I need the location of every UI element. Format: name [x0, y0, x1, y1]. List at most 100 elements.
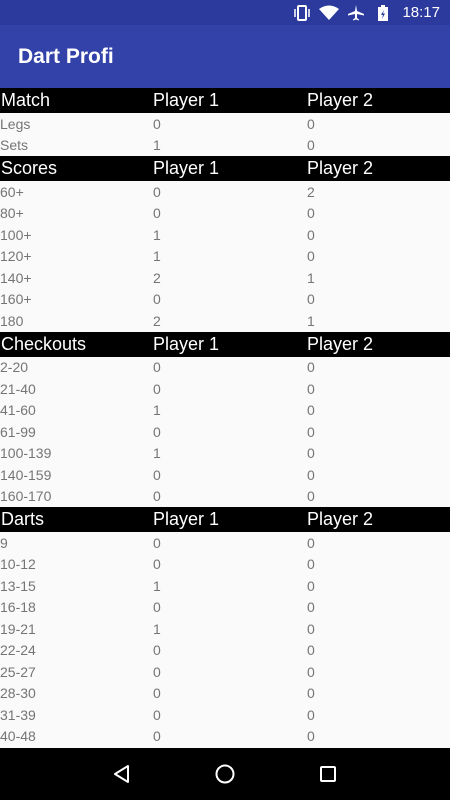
status-bar: 18:17	[0, 0, 450, 25]
table-row: 61-99 0 0	[0, 421, 450, 443]
row-label: 60+	[0, 183, 24, 200]
player-1-value: 0	[153, 359, 161, 376]
player-2-value: 0	[307, 534, 315, 551]
navigation-bar	[0, 748, 450, 800]
player-2-value: 0	[307, 466, 315, 483]
table-row: 25-27 0 0	[0, 661, 450, 683]
section-title: Checkouts	[1, 333, 87, 354]
column-header: Player 2	[307, 90, 374, 110]
player-1-value: 0	[153, 663, 161, 680]
table-row: 60+ 0 2	[0, 181, 450, 203]
table-row: 140+ 2 1	[0, 267, 450, 289]
table-row: 2-20 0 0	[0, 357, 450, 379]
table-row: 16-18 0 0	[0, 597, 450, 619]
player-1-value: 0	[153, 291, 161, 308]
player-1-value: 0	[153, 380, 161, 397]
column-header: Player 1	[153, 333, 220, 354]
row-label: Sets	[0, 137, 29, 154]
section-title: Match	[1, 90, 51, 110]
table-row: 120+ 1 0	[0, 246, 450, 268]
row-label: Legs	[0, 115, 31, 132]
table-row: 28-30 0 0	[0, 683, 450, 705]
player-2-value: 0	[307, 115, 315, 132]
row-label: 100+	[0, 226, 32, 243]
table-row: 19-21 1 0	[0, 618, 450, 640]
player-2-value: 0	[307, 663, 315, 680]
table-row: 21-40 0 0	[0, 378, 450, 400]
player-2-value: 0	[307, 685, 315, 702]
back-icon[interactable]	[102, 754, 142, 794]
table-row: 180 2 1	[0, 310, 450, 332]
airplane-icon	[345, 4, 367, 22]
row-label: 25-27	[0, 663, 36, 680]
player-1-value: 0	[153, 488, 161, 505]
player-2-value: 0	[307, 205, 315, 222]
column-header: Player 2	[307, 333, 374, 354]
table-row: Sets 1 0	[0, 135, 450, 157]
table-row: 160-170 0 0	[0, 486, 450, 508]
player-1-value: 0	[153, 423, 161, 440]
table-row: 22-24 0 0	[0, 640, 450, 662]
row-label: 31-39	[0, 706, 36, 723]
player-1-value: 0	[153, 534, 161, 551]
player-2-value: 2	[307, 183, 315, 200]
player-2-value: 0	[307, 359, 315, 376]
stats-table[interactable]: Match Player 1 Player 2 Legs 0 0 Sets 1 0 Scores P…	[0, 88, 450, 748]
player-2-value: 0	[307, 380, 315, 397]
player-2-value: 0	[307, 620, 315, 637]
app-title: Dart Profi	[18, 44, 114, 68]
section-header-checkouts: Checkouts Player 1 Player 2	[0, 331, 450, 357]
player-2-value: 0	[307, 137, 315, 154]
table-row: 100+ 1 0	[0, 224, 450, 246]
row-label: 10-12	[0, 556, 36, 573]
table-row: 41-60 1 0	[0, 400, 450, 422]
column-header: Player 2	[307, 158, 374, 178]
row-label: 21-40	[0, 380, 36, 397]
row-label: 100-139	[0, 445, 52, 462]
battery-icon	[372, 4, 394, 22]
row-label: 19-21	[0, 620, 36, 637]
player-1-value: 1	[153, 137, 161, 154]
row-label: 80+	[0, 205, 24, 222]
table-row: 13-15 1 0	[0, 575, 450, 597]
table-row: Legs 0 0	[0, 113, 450, 135]
player-1-value: 0	[153, 642, 161, 659]
row-label: 41-60	[0, 402, 36, 419]
column-header: Player 1	[153, 90, 220, 110]
player-1-value: 0	[153, 706, 161, 723]
player-1-value: 1	[153, 445, 161, 462]
player-2-value: 0	[307, 402, 315, 419]
row-label: 13-15	[0, 577, 36, 594]
section-header-match: Match Player 1 Player 2	[0, 88, 450, 113]
row-label: 180	[0, 312, 24, 329]
recents-icon[interactable]	[308, 754, 348, 794]
table-row: 31-39 0 0	[0, 704, 450, 726]
row-label: 16-18	[0, 599, 36, 616]
row-label: 9	[0, 534, 8, 551]
player-2-value: 0	[307, 488, 315, 505]
table-row: 40-48 0 0	[0, 726, 450, 748]
table-row: 9 0 0	[0, 532, 450, 554]
column-header: Player 2	[307, 509, 374, 529]
player-1-value: 1	[153, 577, 161, 594]
clock: 18:17	[402, 4, 440, 21]
player-2-value: 0	[307, 599, 315, 616]
player-1-value: 0	[153, 466, 161, 483]
vibrate-icon	[291, 4, 313, 22]
player-1-value: 2	[153, 312, 161, 329]
wifi-icon	[318, 4, 340, 22]
row-label: 61-99	[0, 423, 36, 440]
player-2-value: 0	[307, 445, 315, 462]
row-label: 140+	[0, 269, 32, 286]
player-1-value: 1	[153, 620, 161, 637]
section-title: Scores	[1, 158, 58, 178]
row-label: 140-159	[0, 466, 52, 483]
row-label: 40-48	[0, 728, 36, 745]
player-2-value: 1	[307, 269, 315, 286]
player-1-value: 0	[153, 685, 161, 702]
table-row: 80+ 0 0	[0, 203, 450, 225]
player-1-value: 0	[153, 183, 161, 200]
player-2-value: 0	[307, 642, 315, 659]
player-1-value: 1	[153, 226, 161, 243]
home-icon[interactable]	[205, 754, 245, 794]
